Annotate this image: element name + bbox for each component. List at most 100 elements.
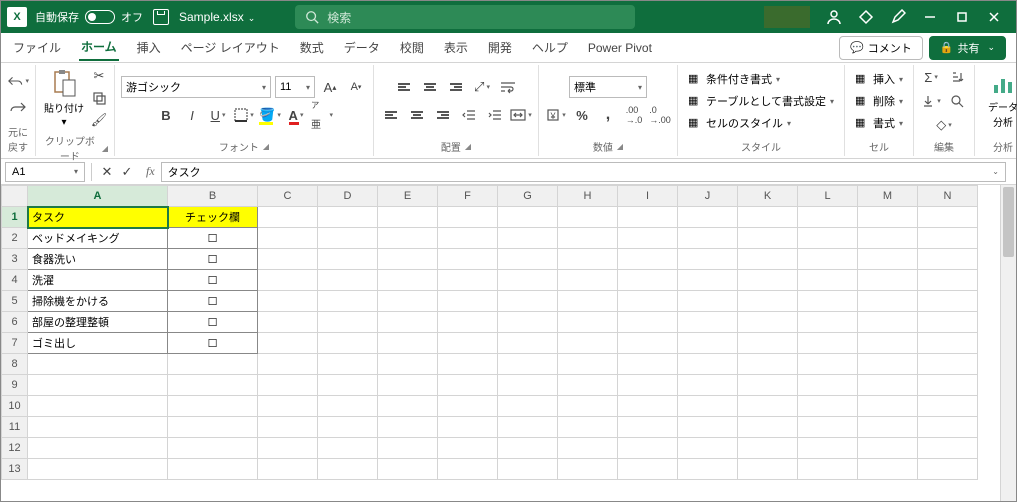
cell[interactable] xyxy=(28,354,168,375)
cell[interactable] xyxy=(678,396,738,417)
cell[interactable]: チェック欄 xyxy=(168,207,258,228)
cell[interactable] xyxy=(438,396,498,417)
search-input[interactable]: 検索 xyxy=(295,5,635,29)
tab-formulas[interactable]: 数式 xyxy=(298,35,326,60)
cell[interactable] xyxy=(738,228,798,249)
cell[interactable] xyxy=(858,228,918,249)
row-header[interactable]: 11 xyxy=(2,417,28,438)
cell[interactable] xyxy=(678,354,738,375)
col-header[interactable]: E xyxy=(378,186,438,207)
cell[interactable] xyxy=(918,396,978,417)
cell[interactable] xyxy=(678,417,738,438)
select-all-corner[interactable] xyxy=(2,186,28,207)
cell[interactable]: ☐ xyxy=(168,249,258,270)
cell[interactable] xyxy=(258,396,318,417)
cell[interactable] xyxy=(258,438,318,459)
row-header[interactable]: 6 xyxy=(2,312,28,333)
cell[interactable] xyxy=(738,459,798,480)
col-header[interactable]: L xyxy=(798,186,858,207)
italic-button[interactable]: I xyxy=(181,104,203,126)
insert-cells-button[interactable]: ▦挿入▾ xyxy=(851,69,907,89)
fx-icon[interactable]: fx xyxy=(146,164,155,179)
cell[interactable] xyxy=(858,375,918,396)
cell[interactable] xyxy=(618,249,678,270)
font-color-button[interactable]: A▾ xyxy=(285,104,307,126)
col-header[interactable]: K xyxy=(738,186,798,207)
fill-button[interactable]: ▾ xyxy=(920,90,942,112)
tab-dev[interactable]: 開発 xyxy=(486,35,514,60)
cell[interactable] xyxy=(558,417,618,438)
increase-indent-button[interactable] xyxy=(484,104,506,126)
cell[interactable]: ☐ xyxy=(168,312,258,333)
increase-font-button[interactable]: A▴ xyxy=(319,76,341,98)
cell[interactable] xyxy=(498,354,558,375)
account-badge[interactable] xyxy=(764,6,810,28)
cell[interactable] xyxy=(798,270,858,291)
account-icon[interactable] xyxy=(818,1,850,33)
cell[interactable] xyxy=(798,333,858,354)
cell[interactable] xyxy=(618,438,678,459)
cell[interactable] xyxy=(558,207,618,228)
cell[interactable] xyxy=(738,249,798,270)
font-size-select[interactable]: 11▾ xyxy=(275,76,315,98)
tab-file[interactable]: ファイル xyxy=(11,35,63,60)
col-header[interactable]: J xyxy=(678,186,738,207)
col-header[interactable]: G xyxy=(498,186,558,207)
cell-grid[interactable]: ABCDEFGHIJKLMN1タスクチェック欄2ベッドメイキング☐3食器洗い☐4… xyxy=(1,185,978,480)
cell[interactable] xyxy=(498,228,558,249)
cell[interactable]: 食器洗い xyxy=(28,249,168,270)
row-header[interactable]: 1 xyxy=(2,207,28,228)
cell[interactable] xyxy=(168,438,258,459)
cell[interactable] xyxy=(798,459,858,480)
cell[interactable] xyxy=(498,333,558,354)
cell[interactable] xyxy=(738,396,798,417)
cell[interactable]: 掃除機をかける xyxy=(28,291,168,312)
cell[interactable] xyxy=(918,438,978,459)
row-header[interactable]: 2 xyxy=(2,228,28,249)
tab-insert[interactable]: 挿入 xyxy=(135,35,163,60)
cell[interactable] xyxy=(378,270,438,291)
number-format-select[interactable]: 標準▾ xyxy=(569,76,647,98)
cell[interactable] xyxy=(918,228,978,249)
dialog-launcher-icon[interactable]: ◢ xyxy=(465,142,471,151)
minimize-button[interactable] xyxy=(914,1,946,33)
cell[interactable] xyxy=(618,417,678,438)
dialog-launcher-icon[interactable]: ◢ xyxy=(102,144,108,153)
align-left-button[interactable] xyxy=(380,104,402,126)
cell[interactable] xyxy=(738,354,798,375)
col-header[interactable]: N xyxy=(918,186,978,207)
col-header[interactable]: I xyxy=(618,186,678,207)
cell[interactable] xyxy=(678,312,738,333)
accounting-format-button[interactable]: ¥▾ xyxy=(545,104,567,126)
cell[interactable] xyxy=(918,249,978,270)
cell[interactable] xyxy=(618,207,678,228)
cell[interactable] xyxy=(738,417,798,438)
cell[interactable] xyxy=(438,333,498,354)
row-header[interactable]: 13 xyxy=(2,459,28,480)
autosum-button[interactable]: Σ▾ xyxy=(920,66,942,88)
cell[interactable] xyxy=(318,438,378,459)
row-header[interactable]: 3 xyxy=(2,249,28,270)
cell[interactable] xyxy=(558,438,618,459)
tab-home[interactable]: ホーム xyxy=(79,34,119,61)
close-button[interactable] xyxy=(978,1,1010,33)
cell[interactable] xyxy=(618,354,678,375)
cell[interactable] xyxy=(918,375,978,396)
cell[interactable] xyxy=(378,438,438,459)
col-header[interactable]: C xyxy=(258,186,318,207)
cell[interactable] xyxy=(918,207,978,228)
percent-button[interactable]: % xyxy=(571,104,593,126)
tab-data[interactable]: データ xyxy=(342,35,382,60)
cell[interactable] xyxy=(318,396,378,417)
cell[interactable] xyxy=(168,354,258,375)
phonetic-button[interactable]: ア亜▾ xyxy=(311,104,333,126)
dialog-launcher-icon[interactable]: ◢ xyxy=(617,142,623,151)
cell[interactable] xyxy=(558,249,618,270)
cell[interactable] xyxy=(318,375,378,396)
copy-button[interactable] xyxy=(90,89,108,107)
comma-button[interactable]: , xyxy=(597,104,619,126)
cell[interactable] xyxy=(618,228,678,249)
cell[interactable] xyxy=(498,207,558,228)
cell[interactable] xyxy=(858,396,918,417)
row-header[interactable]: 8 xyxy=(2,354,28,375)
